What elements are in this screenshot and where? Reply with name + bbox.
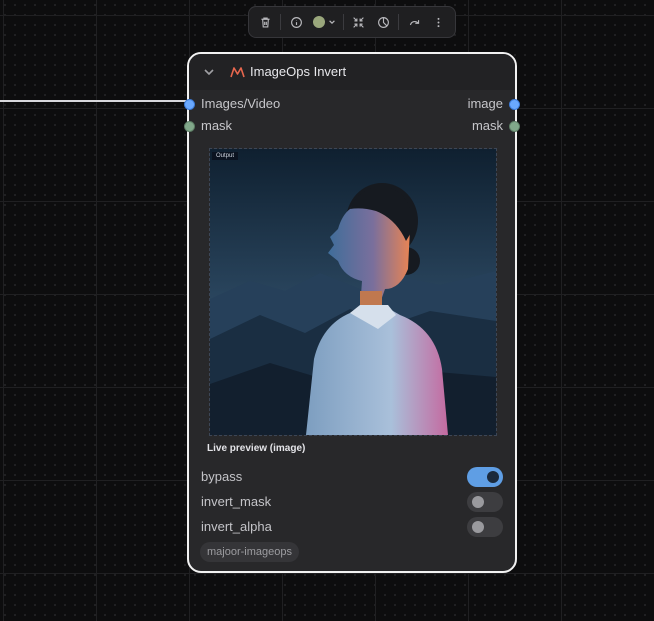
output-slot-mask[interactable]: [509, 121, 520, 132]
preview-image: [210, 149, 496, 435]
info-button[interactable]: [284, 9, 308, 35]
toggle-knob: [472, 521, 484, 533]
input-link-wire[interactable]: [0, 100, 189, 102]
fit-view-button[interactable]: [347, 9, 371, 35]
live-preview: Output: [209, 148, 497, 436]
widget-label-invert-mask: invert_mask: [201, 494, 272, 509]
toggle-knob: [472, 496, 484, 508]
bypass-icon: [377, 16, 389, 28]
bypass-toggle[interactable]: [467, 467, 503, 487]
node-color-swatch: [312, 16, 325, 28]
invert-alpha-toggle[interactable]: [467, 517, 503, 537]
slot-row-images: Images/Video image: [184, 94, 520, 114]
node-toolbar: [248, 6, 456, 38]
widget-invert-mask: invert_mask: [189, 491, 515, 513]
preview-output-tag: Output: [212, 152, 239, 160]
slot-row-mask: mask mask: [184, 116, 520, 136]
redo-button[interactable]: [402, 9, 426, 35]
preview-caption: Live preview (image): [207, 443, 306, 454]
invert-mask-toggle[interactable]: [467, 492, 503, 512]
imageops-invert-node[interactable]: ImageOps Invert Images/Video image mask …: [184, 52, 520, 573]
widget-bypass: bypass: [189, 466, 515, 488]
bypass-node-button[interactable]: [371, 9, 395, 35]
delete-button[interactable]: [253, 9, 277, 35]
node-header[interactable]: ImageOps Invert: [189, 54, 515, 90]
output-slot-image[interactable]: [509, 99, 520, 110]
chevron-down-icon: [328, 20, 335, 25]
widget-invert-alpha: invert_alpha: [189, 516, 515, 538]
color-picker-button[interactable]: [309, 9, 340, 35]
toggle-knob: [487, 471, 499, 483]
node-source-badge: majoor-imageops: [200, 542, 299, 562]
collapse-arrows-icon: [353, 16, 365, 28]
widget-label-bypass: bypass: [201, 469, 243, 484]
redo-icon: [409, 19, 420, 25]
more-icon: [437, 17, 440, 27]
trash-icon: [261, 16, 270, 28]
input-slot-images-video[interactable]: [184, 99, 195, 110]
output-label-image: image: [467, 96, 503, 111]
input-label-images-video: Images/Video: [201, 96, 281, 111]
toolbar-divider: [342, 14, 344, 30]
majoor-logo-icon: [230, 67, 245, 78]
input-label-mask: mask: [201, 118, 233, 133]
more-options-button[interactable]: [427, 9, 451, 35]
output-label-mask: mask: [471, 118, 503, 133]
chevron-down-icon[interactable]: [203, 66, 215, 78]
node-title: ImageOps Invert: [250, 64, 347, 79]
info-icon: [291, 16, 302, 28]
widget-label-invert-alpha: invert_alpha: [201, 519, 272, 534]
toolbar-divider: [280, 14, 282, 30]
toolbar-divider: [398, 14, 400, 30]
input-slot-mask[interactable]: [184, 121, 195, 132]
